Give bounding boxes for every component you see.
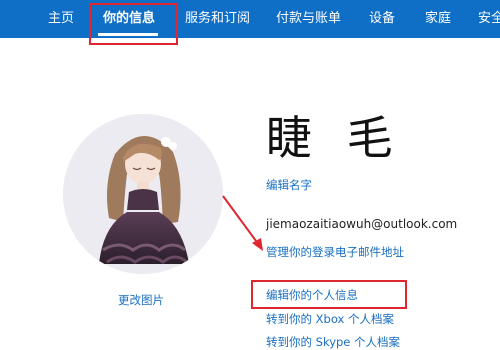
edit-personal-info-link[interactable]: 编辑你的个人信息	[266, 287, 358, 303]
annotation-arrow	[222, 195, 263, 251]
xbox-profile-link[interactable]: 转到你的 Xbox 个人档案	[266, 311, 394, 327]
skype-profile-link[interactable]: 转到你的 Skype 个人档案	[266, 334, 400, 350]
